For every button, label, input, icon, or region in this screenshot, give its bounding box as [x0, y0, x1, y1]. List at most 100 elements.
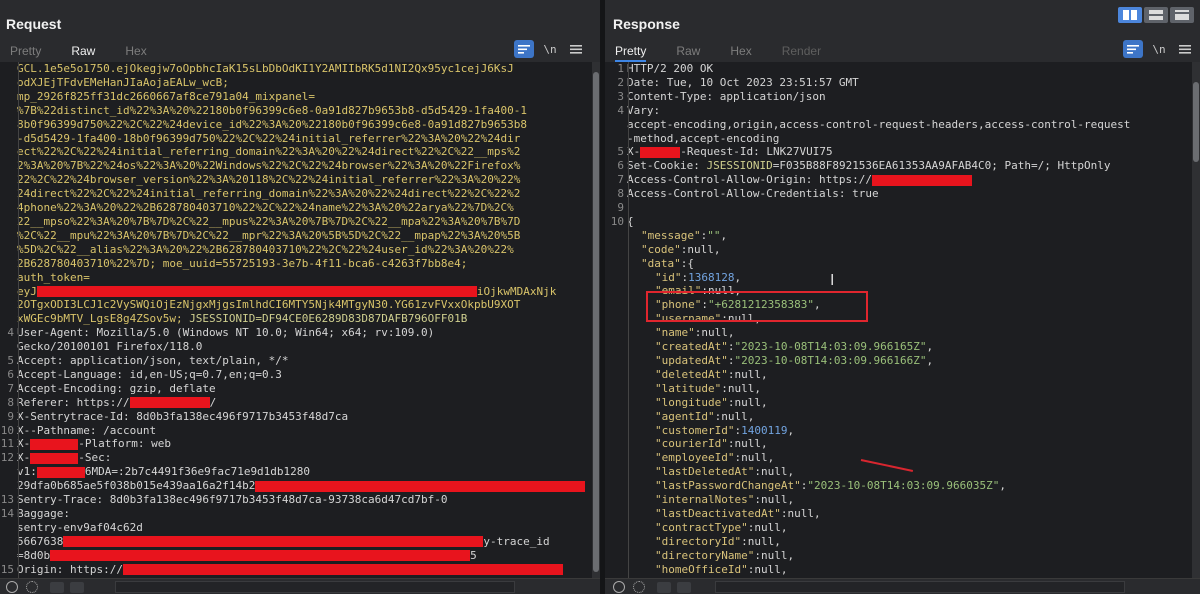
json-key: "lastDeletedAt" [655, 465, 755, 479]
settings-icon[interactable] [26, 581, 38, 593]
line-number: 1 [617, 62, 624, 75]
json-line: "deletedAt":null, [605, 368, 1192, 382]
line-number: 15 [0, 562, 14, 576]
json-key: "updatedAt" [655, 354, 728, 368]
layout-tabs-button[interactable] [1170, 7, 1194, 23]
menu-button[interactable] [1175, 40, 1195, 58]
json-line: "createdAt":"2023-10-08T14:03:09.966165Z… [605, 340, 1192, 354]
request-search-input[interactable] [115, 581, 515, 593]
response-search-input[interactable] [715, 581, 1125, 593]
request-scrollbar[interactable] [592, 62, 600, 578]
layout-stacked-button[interactable] [1144, 7, 1168, 23]
wrap-lines-button[interactable] [1123, 40, 1143, 58]
line-text: "agentId":null, [627, 410, 1192, 424]
line-number [605, 132, 627, 146]
tab-render[interactable]: Render [782, 42, 821, 62]
line-number: 10 [0, 423, 14, 437]
response-scroll-thumb[interactable] [1193, 82, 1199, 162]
line-segment: 2OTgxODI3LCJ1c2VySWQiOjEzNjgxMjgsImlhdCI… [17, 298, 521, 312]
json-comma: , [754, 381, 761, 395]
json-comma: , [760, 367, 768, 381]
request-scroll-thumb[interactable] [593, 72, 599, 572]
line-text: 2OTgxODI3LCJ1c2VySWQiOjEzNjgxMjgsImlhdCI… [17, 298, 592, 312]
request-line: 8b0f96399d750%22%2C%22%24device_id%22%3A… [0, 118, 592, 132]
json-line: "code":null, [605, 243, 1192, 257]
settings-icon[interactable] [633, 581, 645, 593]
forward-icon[interactable] [70, 582, 84, 593]
json-key: "code" [641, 242, 681, 256]
tab-raw[interactable]: Raw [676, 42, 700, 62]
menu-button[interactable] [566, 40, 586, 58]
line-text: %5D%2C%22__alias%22%3A%20%22%2B628780403… [17, 243, 592, 257]
back-icon[interactable] [50, 582, 64, 593]
line-segment: Origin: https:// [17, 562, 123, 576]
show-newlines-button[interactable]: \n [540, 40, 560, 58]
line-number: 12 [0, 451, 14, 465]
line-text: "message":"", [627, 229, 1192, 243]
line-text: X- -Platform: web [17, 437, 592, 451]
json-colon: : [741, 534, 748, 548]
line-number [0, 132, 17, 146]
line-segment: -Platform: web [78, 437, 171, 451]
request-line: 15 Origin: https:// [0, 563, 592, 577]
line-segment: / [209, 395, 217, 409]
tab-hex[interactable]: Hex [125, 42, 146, 62]
line-text: HTTP/2 200 OK [627, 62, 1192, 76]
line-segment: Accept-Language: id,en-US;q=0.7,en;q=0.3 [17, 367, 282, 381]
redaction-block [36, 466, 85, 478]
wrap-lines-button[interactable] [514, 40, 534, 58]
line-number [0, 229, 17, 243]
hamburger-icon [1179, 45, 1191, 54]
help-icon[interactable] [613, 581, 625, 593]
json-line: "longitude":null, [605, 396, 1192, 410]
line-number: 2 [617, 75, 624, 89]
json-value: null [760, 548, 788, 562]
line-number [605, 326, 627, 340]
line-text: "directoryId":null, [627, 535, 1192, 549]
json-line: "latitude":null, [605, 382, 1192, 396]
help-icon[interactable] [6, 581, 18, 593]
line-number [605, 340, 627, 354]
line-number: 8 [7, 395, 14, 409]
line-text: { [627, 215, 1192, 229]
request-line: ect%22%2C%22%24initial_referring_domain%… [0, 145, 592, 159]
back-icon[interactable] [657, 582, 671, 593]
line-text: Origin: https:// [17, 563, 592, 577]
line-text: Content-Type: application/json [627, 90, 1192, 104]
tab-pretty[interactable]: Pretty [615, 42, 647, 62]
request-editor[interactable]: GCL.1e5e5o1750.ejOkegjw7oOpbhcIaK15sLbDb… [0, 62, 592, 578]
layout-side-by-side-button[interactable] [1118, 7, 1142, 23]
line-text: "name":null, [627, 326, 1192, 340]
tab-pretty[interactable]: Pretty [10, 42, 41, 62]
line-number: 8 [617, 187, 624, 201]
line-number: 11 [0, 437, 14, 451]
json-comma: , [787, 493, 795, 507]
line-number [0, 271, 17, 285]
line-number [605, 521, 627, 535]
request-line: -d5d5429-1fa400-18b0f96399d750%22%2C%22%… [0, 132, 592, 146]
json-comma: , [999, 479, 1007, 493]
line-segment: mp_2926f825ff31dc2660667af8ce791a04_mixp… [17, 89, 316, 103]
line-segment: iOjkwMDAxNjk [476, 284, 557, 298]
request-line: Gecko/20100101 Firefox/118.0 [0, 340, 592, 354]
response-title: Response [613, 16, 680, 32]
tab-raw[interactable]: Raw [71, 42, 95, 62]
line-number [0, 549, 17, 563]
response-scrollbar[interactable] [1192, 62, 1200, 578]
line-text: "createdAt":"2023-10-08T14:03:09.966165Z… [627, 340, 1192, 354]
redaction-block [30, 438, 79, 450]
text-cursor-icon: I [830, 272, 835, 289]
line-segment: ect%22%2C%22%24initial_referring_domain%… [17, 145, 521, 159]
line-text: "contractType":null, [627, 521, 1192, 535]
request-line: 8 Referer: https:// / [0, 396, 592, 410]
line-number [0, 145, 17, 159]
line-text: "customerId":1400119, [627, 424, 1192, 438]
line-text: X- -Request-Id: LNK27VUI75 [627, 145, 1192, 159]
tab-hex[interactable]: Hex [730, 42, 751, 62]
redaction-block [63, 536, 484, 548]
line-number [0, 243, 17, 257]
forward-icon[interactable] [677, 582, 691, 593]
line-number [605, 424, 627, 438]
request-line: 24direct%22%2C%22%24initial_referring_do… [0, 187, 592, 201]
show-newlines-button[interactable]: \n [1149, 40, 1169, 58]
